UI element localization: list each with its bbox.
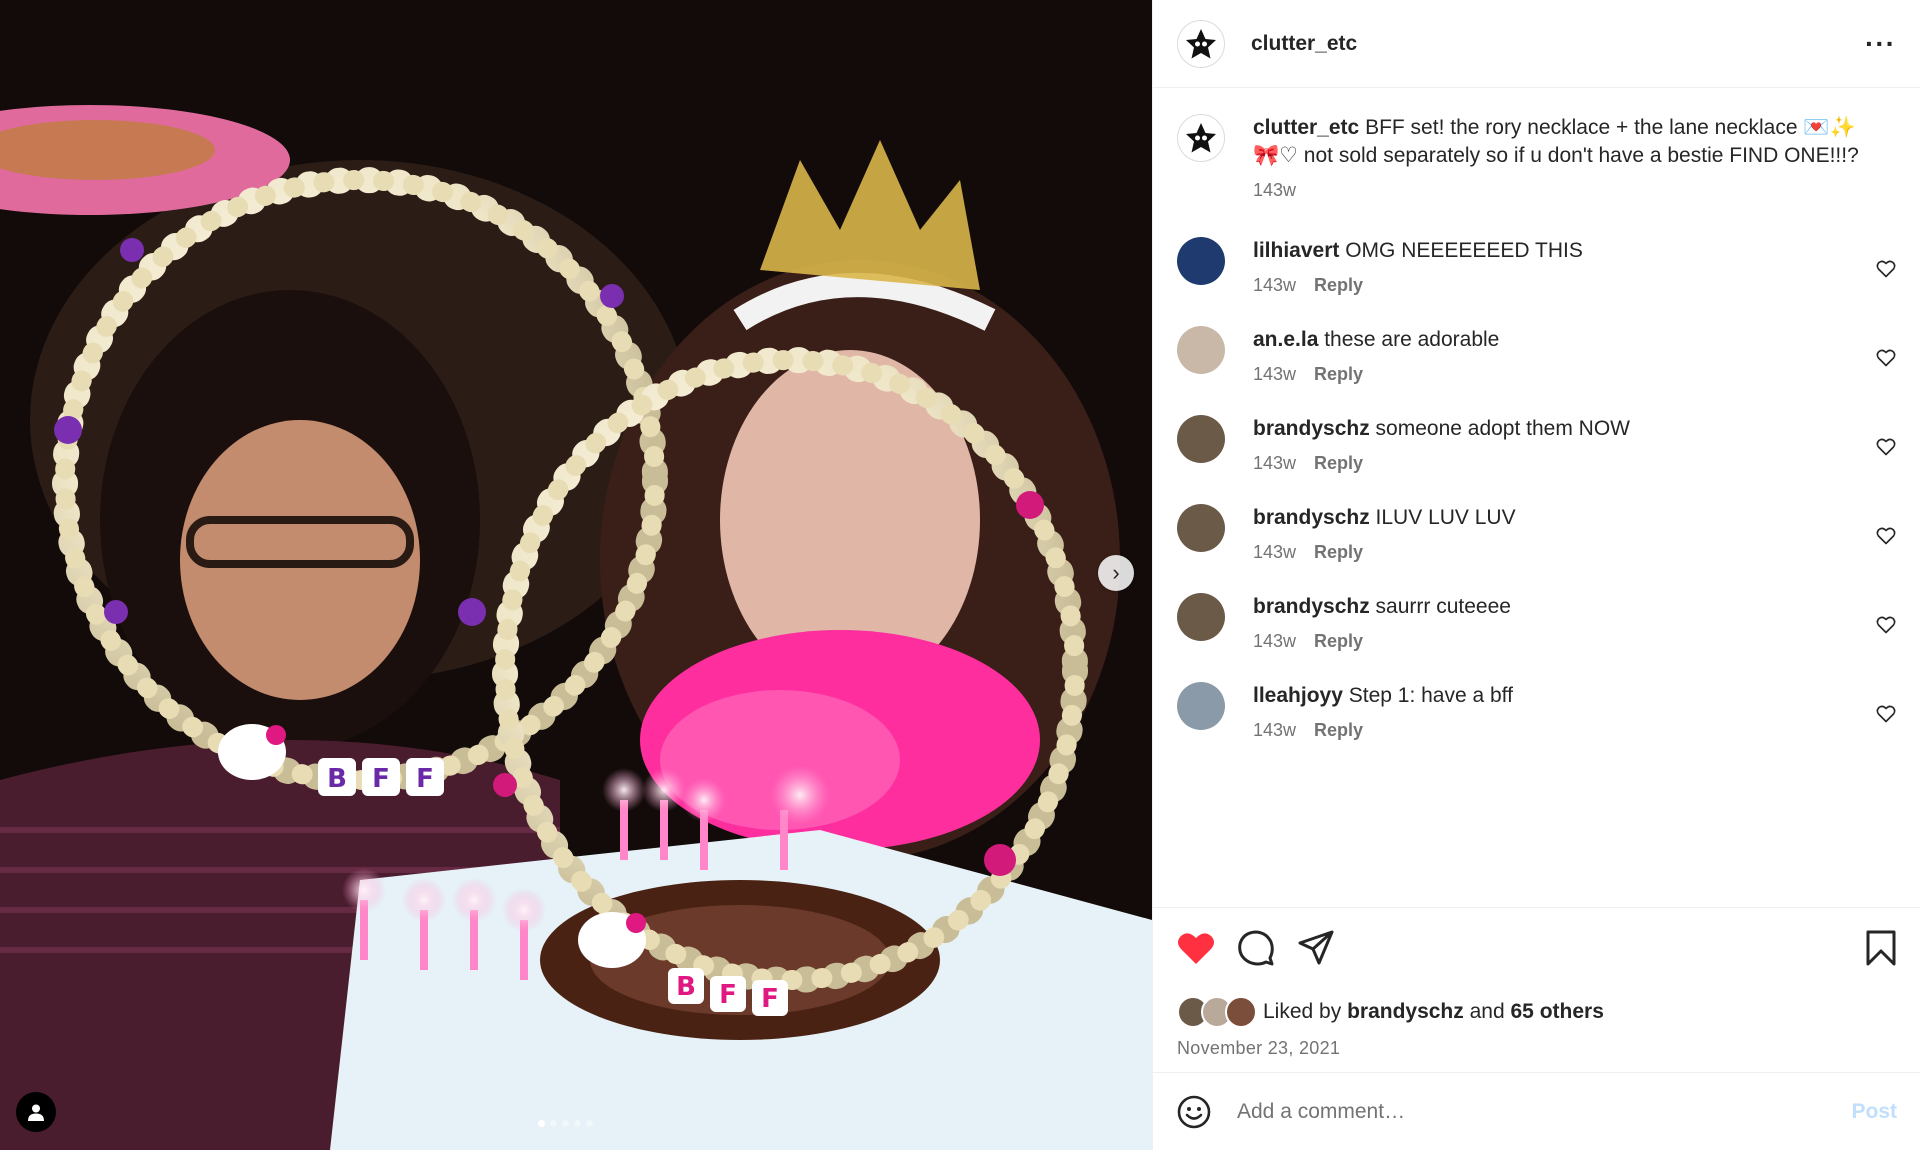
share-icon[interactable]	[1297, 929, 1335, 967]
commenter-username[interactable]: lilhiavert	[1253, 239, 1339, 262]
commenter-username[interactable]: lleahjoyy	[1253, 684, 1343, 707]
svg-text:B: B	[327, 764, 347, 794]
next-image-button[interactable]: ›	[1098, 555, 1134, 591]
comment-item: brandyschz someone adopt them NOW 143w R…	[1177, 415, 1896, 474]
like-heart-icon[interactable]	[1177, 931, 1215, 965]
commenter-avatar[interactable]	[1177, 682, 1225, 730]
tagged-users-button[interactable]	[16, 1092, 56, 1132]
comment-item: brandyschz ILUV LUV LUV 143w Reply	[1177, 504, 1896, 563]
commenter-avatar[interactable]	[1177, 326, 1225, 374]
comment-text: someone adopt them NOW	[1375, 417, 1630, 440]
like-comment-icon[interactable]	[1876, 526, 1896, 546]
commenter-username[interactable]: brandyschz	[1253, 595, 1370, 618]
likes-prefix: Liked by	[1263, 1000, 1342, 1023]
author-avatar[interactable]	[1177, 19, 1225, 68]
comment-item: lilhiavert OMG NEEEEEEED THIS 143w Reply	[1177, 237, 1896, 296]
commenter-avatar[interactable]	[1177, 504, 1225, 552]
svg-text:B: B	[676, 972, 696, 1002]
author-username[interactable]: clutter_etc	[1251, 32, 1357, 56]
post-actions: Liked by brandyschz and 65 others Novemb…	[1153, 907, 1920, 1072]
comment-item: an.e.la these are adorable 143w Reply	[1177, 326, 1896, 385]
reply-button[interactable]: Reply	[1314, 453, 1363, 474]
emoji-icon[interactable]	[1177, 1095, 1211, 1129]
svg-text:F: F	[372, 764, 390, 794]
like-comment-icon[interactable]	[1876, 437, 1896, 457]
comment-input[interactable]	[1235, 1098, 1852, 1125]
comment-text: OMG NEEEEEEED THIS	[1345, 239, 1583, 262]
comment-text: ILUV LUV LUV	[1375, 506, 1516, 529]
comment-time[interactable]: 143w	[1253, 631, 1296, 652]
commenter-username[interactable]: an.e.la	[1253, 328, 1318, 351]
commenter-username[interactable]: brandyschz	[1253, 506, 1370, 529]
caption-author-avatar[interactable]	[1177, 114, 1225, 162]
comments-list: clutter_etc BFF set! the rory necklace +…	[1153, 88, 1920, 741]
carousel-dot	[550, 1120, 557, 1127]
post-sidebar: clutter_etc ··· clutter_etc BFF set! the…	[1152, 0, 1920, 1150]
post-image: B F F B F F	[0, 0, 1152, 1150]
commenter-username[interactable]: brandyschz	[1253, 417, 1370, 440]
carousel-indicator	[538, 1120, 593, 1127]
caption-username[interactable]: clutter_etc	[1253, 116, 1359, 139]
likes-summary[interactable]: Liked by brandyschz and 65 others	[1177, 996, 1897, 1028]
star-logo-icon	[1186, 28, 1216, 58]
comment-item: lleahjoyy Step 1: have a bff 143w Reply	[1177, 682, 1896, 741]
commenter-avatar[interactable]	[1177, 237, 1225, 285]
reply-button[interactable]: Reply	[1314, 542, 1363, 563]
star-logo-icon	[1186, 123, 1216, 153]
comment-icon[interactable]	[1237, 929, 1275, 967]
post-header: clutter_etc ···	[1153, 0, 1920, 88]
comment-item: brandyschz saurrr cuteeee 143w Reply	[1177, 593, 1896, 652]
user-icon	[28, 1104, 44, 1121]
comment-text: saurrr cuteeee	[1375, 595, 1511, 618]
likes-others[interactable]: 65 others	[1511, 1000, 1604, 1024]
svg-text:F: F	[761, 984, 779, 1014]
comment-time[interactable]: 143w	[1253, 720, 1296, 741]
like-comment-icon[interactable]	[1876, 704, 1896, 724]
caption-time[interactable]: 143w	[1253, 180, 1296, 201]
commenter-avatar[interactable]	[1177, 415, 1225, 463]
svg-text:F: F	[719, 980, 737, 1010]
reply-button[interactable]: Reply	[1314, 364, 1363, 385]
chevron-right-icon: ›	[1112, 560, 1120, 585]
like-comment-icon[interactable]	[1876, 615, 1896, 635]
likes-user[interactable]: brandyschz	[1347, 1000, 1464, 1024]
post-media[interactable]: B F F B F F ›	[0, 0, 1152, 1150]
reply-button[interactable]: Reply	[1314, 631, 1363, 652]
carousel-dot	[574, 1120, 581, 1127]
comment-time[interactable]: 143w	[1253, 453, 1296, 474]
like-comment-icon[interactable]	[1876, 259, 1896, 279]
post-caption: clutter_etc BFF set! the rory necklace +…	[1177, 114, 1896, 201]
comment-text: these are adorable	[1324, 328, 1500, 351]
reply-button[interactable]: Reply	[1314, 720, 1363, 741]
carousel-dot	[562, 1120, 569, 1127]
post-comment-button[interactable]: Post	[1851, 1100, 1897, 1124]
add-comment-bar: Post	[1153, 1072, 1920, 1150]
carousel-dot	[586, 1120, 593, 1127]
comment-time[interactable]: 143w	[1253, 275, 1296, 296]
post-date[interactable]: November 23, 2021	[1177, 1038, 1897, 1059]
comment-time[interactable]: 143w	[1253, 364, 1296, 385]
comment-time[interactable]: 143w	[1253, 542, 1296, 563]
bookmark-icon[interactable]	[1865, 929, 1897, 967]
reply-button[interactable]: Reply	[1314, 275, 1363, 296]
commenter-avatar[interactable]	[1177, 593, 1225, 641]
more-options-icon[interactable]: ···	[1865, 28, 1896, 60]
likes-and: and	[1469, 1000, 1505, 1023]
svg-text:F: F	[416, 764, 434, 794]
liker-avatars	[1177, 996, 1257, 1028]
like-comment-icon[interactable]	[1876, 348, 1896, 368]
comment-text: Step 1: have a bff	[1348, 684, 1513, 707]
carousel-dot	[538, 1120, 545, 1127]
